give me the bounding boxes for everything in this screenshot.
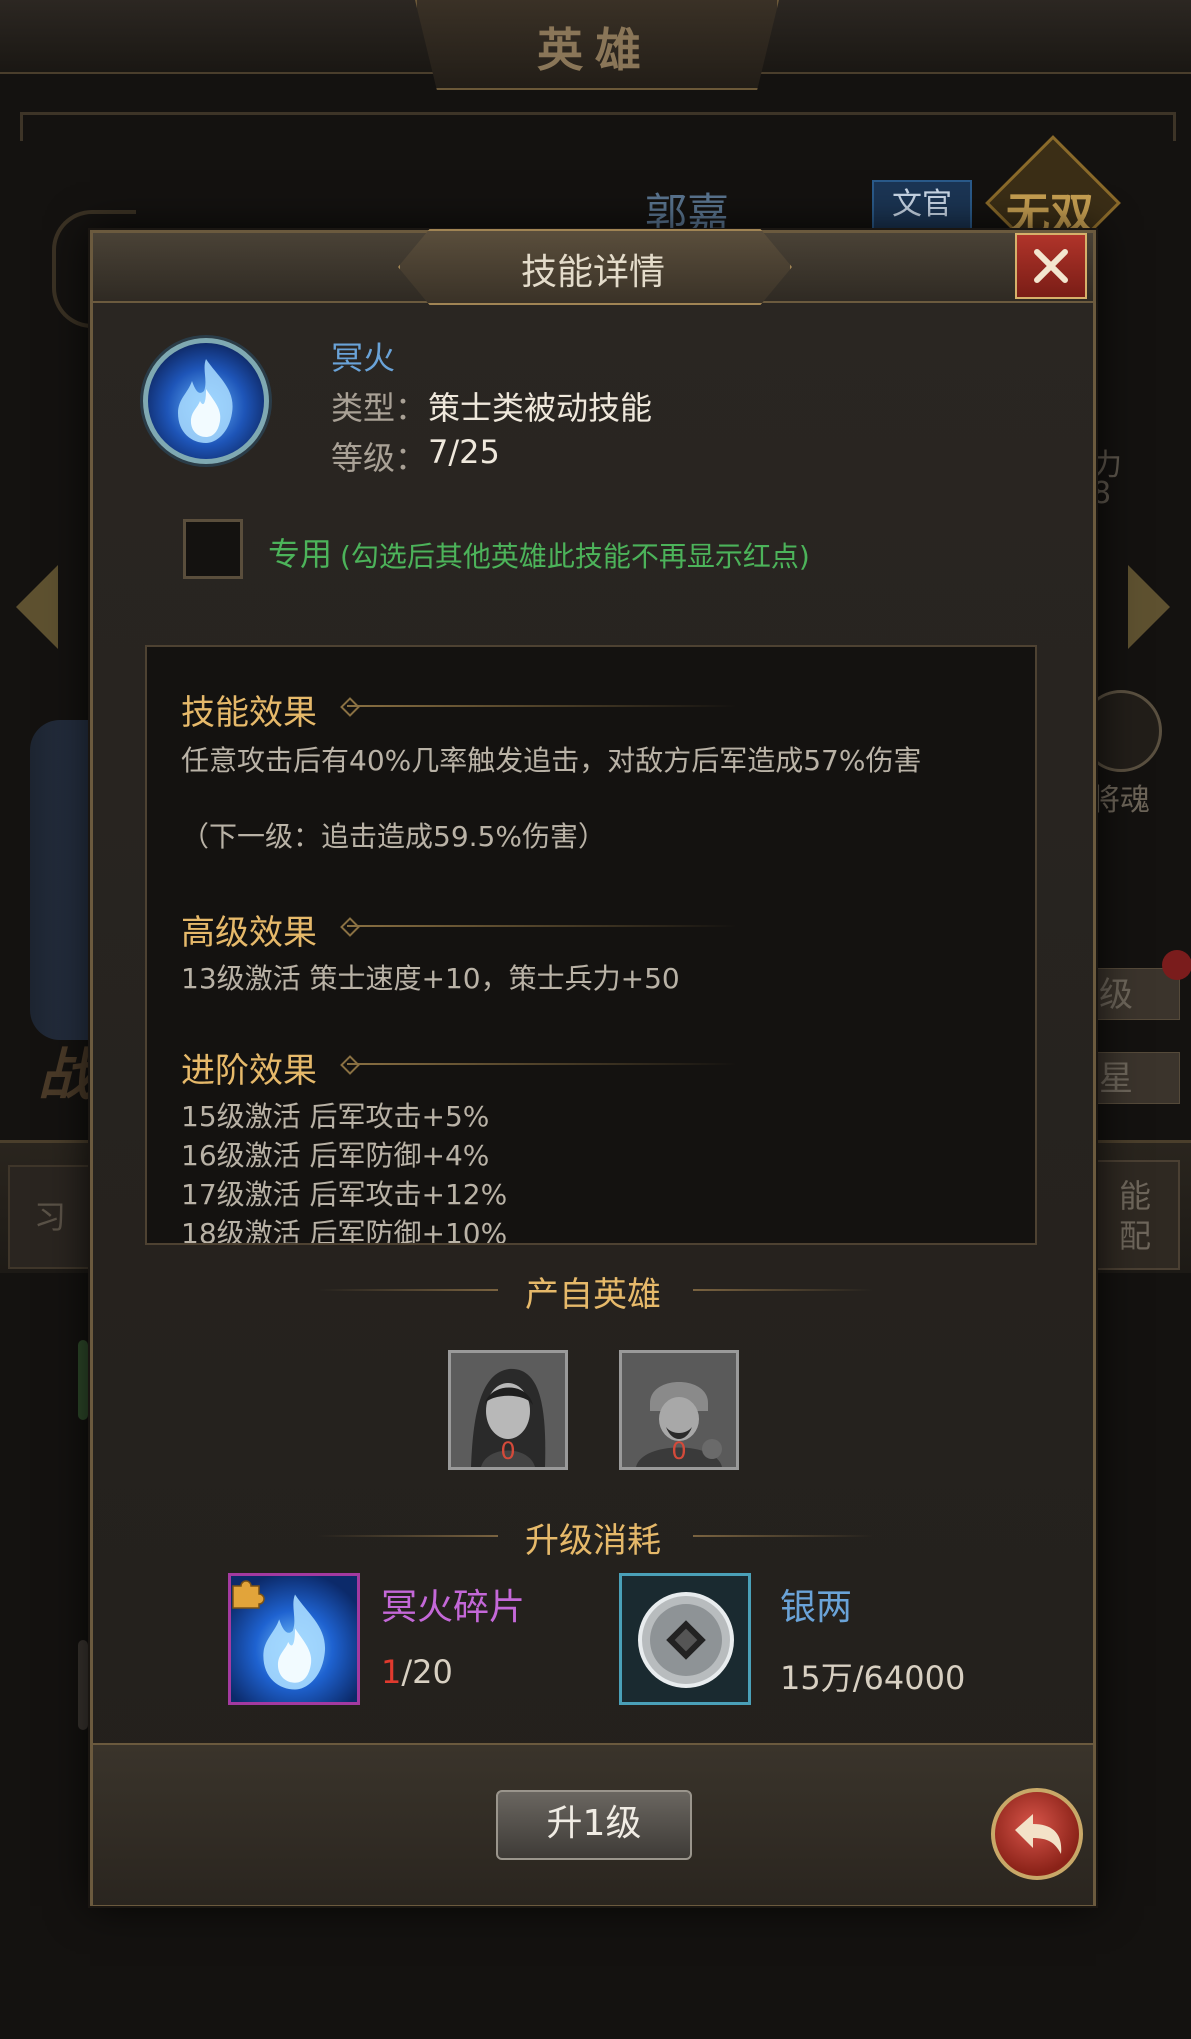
left-edge-decoration bbox=[78, 1340, 88, 1420]
source-hero-count: 0 bbox=[671, 1437, 687, 1465]
advanced-effect-heading: 高级效果 bbox=[181, 913, 317, 953]
close-button[interactable] bbox=[1015, 233, 1087, 299]
notification-dot bbox=[1162, 950, 1191, 980]
fragment-name: 冥火碎片 bbox=[381, 1587, 526, 1628]
promotion-effect-line: 17级激活 后军攻击+12% bbox=[181, 1178, 508, 1211]
promotion-effect-line: 18级激活 后军防御+10% bbox=[181, 1217, 508, 1245]
skill-effect-heading: 技能效果 bbox=[181, 693, 317, 733]
skill-effect-text: 任意攻击后有40%几率触发追击，对敌方后军造成57%伤害 bbox=[181, 744, 922, 777]
skill-type-value: 策士类被动技能 bbox=[428, 389, 653, 427]
divider-diamond-icon bbox=[340, 1055, 360, 1075]
fragment-required: /20 bbox=[401, 1653, 453, 1691]
silver-name: 银两 bbox=[780, 1587, 853, 1628]
source-hero-count: 0 bbox=[500, 1437, 516, 1465]
puzzle-piece-icon bbox=[232, 1580, 265, 1609]
dialog-title: 技能详情 bbox=[520, 252, 665, 293]
heading-divider bbox=[347, 925, 737, 927]
hero-panel-frame bbox=[20, 112, 1176, 141]
upgrade-cost-heading: 升级消耗 bbox=[525, 1521, 661, 1561]
promotion-effect-line: 16级激活 后军防御+4% bbox=[181, 1139, 490, 1172]
promotion-effect-line: 15级激活 后军攻击+5% bbox=[181, 1100, 490, 1133]
hero-portrait-background bbox=[30, 720, 90, 1040]
hero-class-badge: 文官 bbox=[872, 180, 972, 230]
heading-divider bbox=[347, 705, 737, 707]
skill-level-value: 7/25 bbox=[428, 433, 500, 471]
battle-glyph: 战 bbox=[38, 1042, 94, 1108]
upgrade-button[interactable]: 升1级 bbox=[496, 1790, 692, 1860]
exclusive-checkbox[interactable] bbox=[183, 519, 243, 579]
close-icon bbox=[1034, 249, 1068, 283]
skill-config-tab-line2: 配 bbox=[1118, 1217, 1151, 1255]
heading-divider bbox=[347, 1063, 737, 1065]
back-button[interactable] bbox=[991, 1788, 1083, 1880]
prev-hero-arrow-icon[interactable] bbox=[16, 565, 58, 649]
skill-config-tab-line1: 能 bbox=[1118, 1177, 1151, 1215]
exclusive-label: 专用 bbox=[268, 535, 333, 573]
skill-type-label: 类型： bbox=[331, 389, 428, 427]
skill-fragment-icon[interactable] bbox=[228, 1573, 360, 1705]
skill-name: 冥火 bbox=[331, 339, 396, 377]
advanced-effect-text: 13级激活 策士速度+10，策士兵力+50 bbox=[181, 962, 680, 995]
source-hero-portrait[interactable]: 0 bbox=[448, 1350, 568, 1470]
star-up-side-button[interactable]: 星 bbox=[1090, 1052, 1180, 1104]
next-hero-arrow-icon[interactable] bbox=[1128, 565, 1170, 649]
divider-diamond-icon bbox=[340, 697, 360, 717]
screen-title: 英雄 bbox=[537, 23, 653, 77]
fragment-owned: 1 bbox=[381, 1653, 402, 1691]
divider-diamond-icon bbox=[340, 917, 360, 937]
hero-soul-label: 将魂 bbox=[1090, 783, 1150, 818]
blue-flame-icon bbox=[143, 338, 269, 464]
back-arrow-icon bbox=[1015, 1814, 1062, 1854]
skill-config-tab[interactable]: 能 配 bbox=[1090, 1160, 1180, 1270]
skill-level-label: 等级： bbox=[331, 439, 428, 477]
skill-effects-panel[interactable]: 技能效果 任意攻击后有40%几率触发追击，对敌方后军造成57%伤害 （下一级：追… bbox=[145, 645, 1037, 1245]
source-hero-portrait[interactable]: 0 bbox=[619, 1350, 739, 1470]
learn-tab[interactable]: 习 bbox=[8, 1165, 92, 1269]
silver-coin-icon[interactable] bbox=[619, 1573, 751, 1705]
skill-detail-dialog: 技能详情 冥火 类型： 策士类被动技能 等级： 7/25 专用 (勾选后其他英雄… bbox=[90, 229, 1096, 1906]
exclusive-note: (勾选后其他英雄此技能不再显示红点) bbox=[340, 540, 810, 573]
silver-amount: 15万/64000 bbox=[780, 1659, 966, 1697]
left-edge-decoration bbox=[78, 1640, 88, 1730]
fragment-amount: 1/20 bbox=[381, 1653, 453, 1691]
source-heroes-heading: 产自英雄 bbox=[525, 1275, 661, 1315]
next-level-effect-text: （下一级：追击造成59.5%伤害） bbox=[181, 820, 606, 853]
promotion-effect-heading: 进阶效果 bbox=[181, 1051, 317, 1091]
